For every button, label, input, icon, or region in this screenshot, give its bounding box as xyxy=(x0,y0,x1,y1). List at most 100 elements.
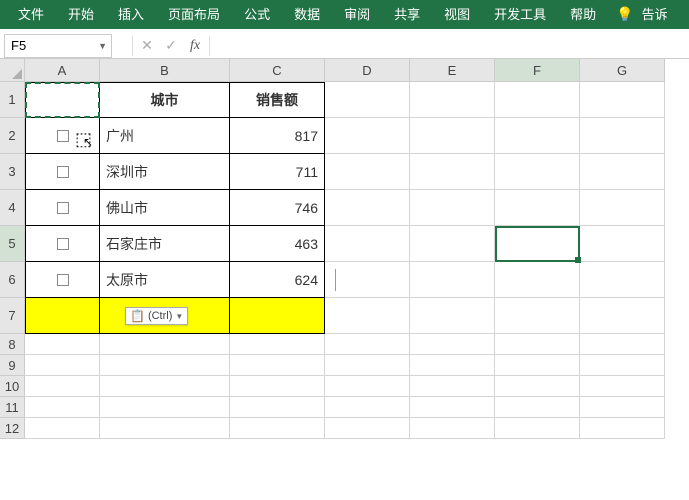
select-all-corner[interactable] xyxy=(0,59,25,82)
ribbon-tab[interactable]: 文件 xyxy=(6,0,56,29)
cell[interactable] xyxy=(325,226,410,262)
header-city[interactable]: 城市 xyxy=(100,82,230,118)
cell[interactable] xyxy=(100,418,230,439)
cell[interactable] xyxy=(230,334,325,355)
cell[interactable] xyxy=(410,355,495,376)
cell[interactable] xyxy=(325,82,410,118)
sales-cell[interactable]: 624 xyxy=(230,262,325,298)
cell[interactable] xyxy=(230,397,325,418)
cell[interactable] xyxy=(495,118,580,154)
ribbon-tab[interactable]: 插入 xyxy=(106,0,156,29)
cell[interactable] xyxy=(410,298,495,334)
city-cell[interactable]: 佛山市 xyxy=(100,190,230,226)
cell-a1[interactable] xyxy=(25,82,100,118)
total-cell-c[interactable] xyxy=(230,298,325,334)
city-cell[interactable]: 石家庄市 xyxy=(100,226,230,262)
row-header[interactable]: 11 xyxy=(0,397,25,418)
cell[interactable] xyxy=(410,226,495,262)
cell[interactable] xyxy=(325,334,410,355)
paste-options-button[interactable]: 📋 (Ctrl) ▼ xyxy=(125,307,188,325)
cell[interactable] xyxy=(580,334,665,355)
cell[interactable] xyxy=(580,355,665,376)
checkbox[interactable] xyxy=(57,130,69,142)
cell[interactable] xyxy=(580,418,665,439)
cell[interactable] xyxy=(25,334,100,355)
column-header[interactable]: F xyxy=(495,59,580,82)
row-header[interactable]: 1 xyxy=(0,82,25,118)
city-cell[interactable]: 广州 xyxy=(100,118,230,154)
cell[interactable] xyxy=(580,376,665,397)
cell[interactable] xyxy=(495,262,580,298)
cell[interactable] xyxy=(495,376,580,397)
cell[interactable] xyxy=(25,376,100,397)
checkbox-cell[interactable] xyxy=(25,226,100,262)
cell[interactable] xyxy=(410,154,495,190)
cell[interactable] xyxy=(410,376,495,397)
total-cell-a[interactable] xyxy=(25,298,100,334)
cell[interactable] xyxy=(495,418,580,439)
cell[interactable] xyxy=(495,355,580,376)
accept-icon[interactable]: ✓ xyxy=(159,37,183,54)
cell[interactable] xyxy=(325,190,410,226)
cell[interactable] xyxy=(580,154,665,190)
column-header[interactable]: G xyxy=(580,59,665,82)
cell[interactable] xyxy=(410,397,495,418)
cell[interactable] xyxy=(580,82,665,118)
cell[interactable] xyxy=(495,397,580,418)
cell[interactable] xyxy=(230,376,325,397)
ribbon-tab[interactable]: 开发工具 xyxy=(482,0,558,29)
cell[interactable] xyxy=(325,397,410,418)
checkbox[interactable] xyxy=(57,238,69,250)
cell[interactable] xyxy=(325,418,410,439)
formula-input[interactable] xyxy=(220,34,689,58)
cell[interactable] xyxy=(495,82,580,118)
cell[interactable] xyxy=(580,298,665,334)
sales-cell[interactable]: 463 xyxy=(230,226,325,262)
cell[interactable] xyxy=(230,355,325,376)
ribbon-tab[interactable]: 视图 xyxy=(432,0,482,29)
cell[interactable] xyxy=(580,118,665,154)
ribbon-tab[interactable]: 开始 xyxy=(56,0,106,29)
cell[interactable] xyxy=(325,118,410,154)
sales-cell[interactable]: 746 xyxy=(230,190,325,226)
cell[interactable] xyxy=(410,334,495,355)
column-header[interactable]: B xyxy=(100,59,230,82)
cells-area[interactable]: 城市销售额广州817深圳市711佛山市746石家庄市463太原市624 xyxy=(25,82,665,439)
cell[interactable] xyxy=(25,355,100,376)
row-header[interactable]: 9 xyxy=(0,355,25,376)
cell[interactable] xyxy=(495,154,580,190)
checkbox-cell[interactable] xyxy=(25,118,100,154)
ribbon-tab[interactable]: 共享 xyxy=(382,0,432,29)
checkbox[interactable] xyxy=(57,166,69,178)
cell[interactable] xyxy=(325,262,410,298)
cell[interactable] xyxy=(100,376,230,397)
cell[interactable] xyxy=(495,298,580,334)
cell[interactable] xyxy=(495,190,580,226)
checkbox-cell[interactable] xyxy=(25,154,100,190)
name-box[interactable]: F5 ▼ xyxy=(4,34,112,58)
cell[interactable] xyxy=(410,262,495,298)
checkbox[interactable] xyxy=(57,202,69,214)
row-header[interactable]: 10 xyxy=(0,376,25,397)
cell[interactable] xyxy=(325,298,410,334)
city-cell[interactable]: 太原市 xyxy=(100,262,230,298)
cell[interactable] xyxy=(580,397,665,418)
cell[interactable] xyxy=(580,262,665,298)
ribbon-tab[interactable]: 数据 xyxy=(282,0,332,29)
ribbon-tab[interactable]: 页面布局 xyxy=(156,0,232,29)
city-cell[interactable]: 深圳市 xyxy=(100,154,230,190)
cell[interactable] xyxy=(580,226,665,262)
ribbon-tab[interactable]: 帮助 xyxy=(558,0,608,29)
cell[interactable] xyxy=(410,118,495,154)
cell[interactable] xyxy=(495,226,580,262)
cancel-icon[interactable]: ✕ xyxy=(135,37,159,54)
cell[interactable] xyxy=(230,418,325,439)
column-header[interactable]: E xyxy=(410,59,495,82)
header-sales[interactable]: 销售额 xyxy=(230,82,325,118)
cell[interactable] xyxy=(100,355,230,376)
cell[interactable] xyxy=(325,154,410,190)
checkbox-cell[interactable] xyxy=(25,262,100,298)
cell[interactable] xyxy=(410,418,495,439)
column-header[interactable]: C xyxy=(230,59,325,82)
cell[interactable] xyxy=(25,418,100,439)
